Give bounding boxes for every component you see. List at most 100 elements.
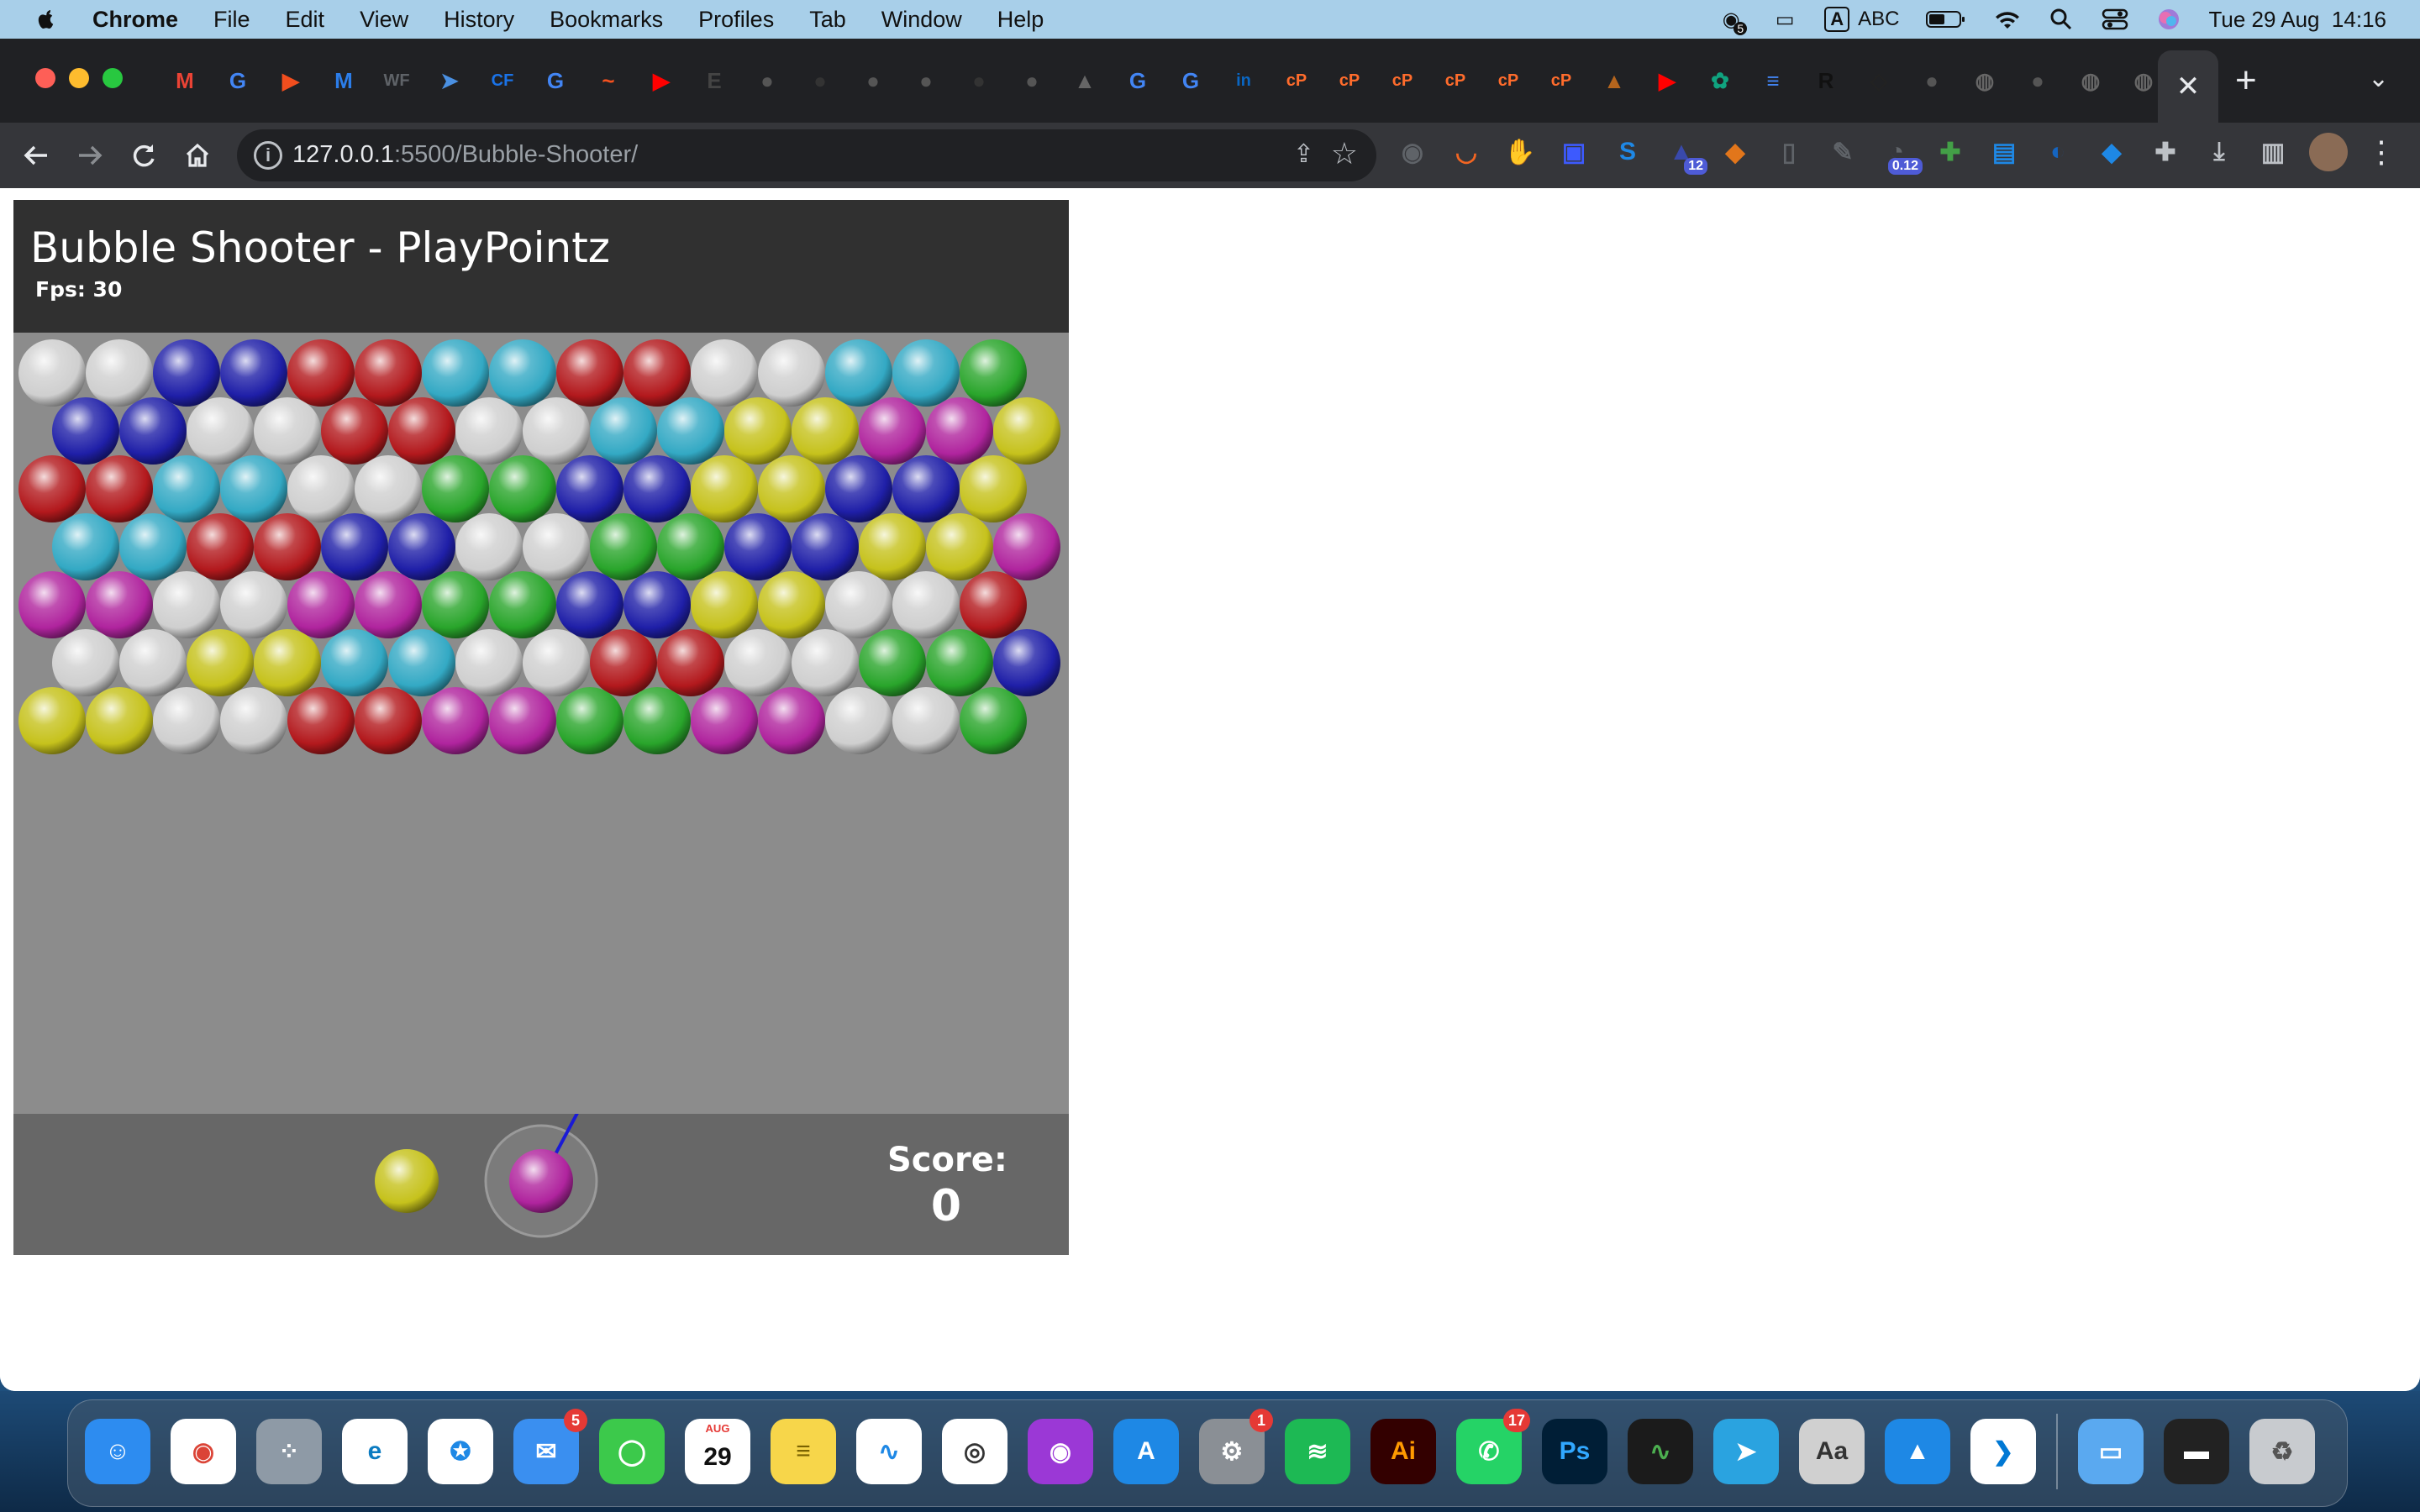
window-ext-icon[interactable]: ▤ bbox=[1986, 134, 2022, 170]
photoshop-dock-icon[interactable]: Ps bbox=[1542, 1419, 1607, 1484]
profile-avatar[interactable] bbox=[2309, 133, 2348, 171]
cp-icon[interactable]: cP bbox=[1437, 62, 1474, 99]
gmail-icon[interactable]: M bbox=[166, 62, 203, 99]
back-button[interactable] bbox=[15, 134, 57, 176]
fontbook-dock-icon[interactable]: Aa bbox=[1799, 1419, 1865, 1484]
vscode-dock-icon[interactable]: ❯ bbox=[1970, 1419, 2036, 1484]
window-minimize-button[interactable] bbox=[69, 68, 89, 88]
figma-icon[interactable]: ▶ bbox=[272, 62, 309, 99]
freeform-dock-icon[interactable]: ∿ bbox=[856, 1419, 922, 1484]
linkedin-icon[interactable]: in bbox=[1225, 62, 1262, 99]
site-info-icon[interactable]: i bbox=[254, 141, 282, 170]
google-icon[interactable]: G bbox=[219, 62, 256, 99]
edge-dock-icon[interactable]: e bbox=[342, 1419, 408, 1484]
metamask-ext-icon[interactable]: ◆ bbox=[1718, 134, 1753, 170]
address-bar[interactable]: i 127.0.0.1:5500/Bubble-Shooter/ ⇪ ☆ bbox=[237, 129, 1376, 181]
battery-icon[interactable] bbox=[1924, 7, 1968, 32]
tab-active[interactable]: ✕ bbox=[2158, 50, 2218, 123]
menu-help[interactable]: Help bbox=[997, 7, 1044, 33]
notification-center-icon[interactable]: ◉ 5 bbox=[1717, 7, 1748, 35]
new-tab-button[interactable]: + bbox=[2235, 62, 2257, 99]
globe-icon[interactable]: ◍ bbox=[1966, 62, 2003, 99]
activity-monitor-dock-icon[interactable]: ∿ bbox=[1628, 1419, 1693, 1484]
codepen-icon[interactable]: ◇ bbox=[1860, 62, 1897, 99]
home-button[interactable] bbox=[176, 134, 218, 176]
rss-ext-icon[interactable]: ◡ bbox=[1449, 134, 1484, 170]
github-icon[interactable]: ● bbox=[2019, 62, 2056, 99]
shazam-ext-icon[interactable]: S bbox=[1610, 134, 1645, 170]
game-board[interactable] bbox=[13, 333, 1069, 1114]
forward-button[interactable] bbox=[69, 134, 111, 176]
bird-icon[interactable]: ▲ bbox=[1066, 62, 1103, 99]
github-icon[interactable]: ● bbox=[855, 62, 892, 99]
control-center-icon[interactable] bbox=[2101, 7, 2129, 32]
github-icon[interactable]: ● bbox=[1913, 62, 1950, 99]
mouse-ext-icon[interactable]: ▯ bbox=[1771, 134, 1807, 170]
menu-window[interactable]: Window bbox=[881, 7, 962, 33]
globe-icon[interactable]: ◍ bbox=[2072, 62, 2109, 99]
share-icon[interactable]: ⇪ bbox=[1293, 139, 1314, 169]
tab-close-icon[interactable]: ✕ bbox=[2176, 70, 2201, 103]
reload-button[interactable] bbox=[123, 134, 165, 176]
menu-file[interactable]: File bbox=[213, 7, 250, 33]
sidepanel-ext-icon[interactable]: ▥ bbox=[2255, 134, 2291, 170]
calendar-dock-icon[interactable]: AUG 29 bbox=[685, 1419, 750, 1484]
google-icon[interactable]: G bbox=[537, 62, 574, 99]
bookmark-star-icon[interactable]: ☆ bbox=[1331, 136, 1358, 171]
timer-ext-icon[interactable]: ◔ 0.12 bbox=[1879, 134, 1923, 175]
cp-icon[interactable]: cP bbox=[1490, 62, 1527, 99]
siri-icon[interactable] bbox=[2154, 7, 2183, 32]
menu-view[interactable]: View bbox=[360, 7, 408, 33]
trash-dock-icon[interactable]: ♻ bbox=[2249, 1419, 2315, 1484]
hat-ext-icon[interactable]: ▲ 12 bbox=[1664, 134, 1707, 175]
apple-icon[interactable] bbox=[34, 7, 59, 32]
github-icon[interactable]: ● bbox=[1013, 62, 1050, 99]
illustrator-dock-icon[interactable]: Ai bbox=[1370, 1419, 1436, 1484]
puzzle-green-ext-icon[interactable]: ✚ bbox=[1933, 134, 1968, 170]
input-source-menu[interactable]: A ABC bbox=[1824, 7, 1899, 32]
screenshot-dock-icon[interactable]: ◎ bbox=[942, 1419, 1007, 1484]
screen-recording-dock-icon[interactable]: ▬ bbox=[2164, 1419, 2229, 1484]
github-icon[interactable]: ● bbox=[960, 62, 997, 99]
appstore-dock-icon[interactable]: A bbox=[1113, 1419, 1179, 1484]
cp-icon[interactable]: cP bbox=[1543, 62, 1580, 99]
chart-icon[interactable]: ~ bbox=[590, 62, 627, 99]
chrome-menu-icon[interactable]: ⋮ bbox=[2366, 134, 2396, 170]
podcasts-dock-icon[interactable]: ◉ bbox=[1028, 1419, 1093, 1484]
shield-ext-icon[interactable]: ◆ bbox=[2094, 134, 2129, 170]
flutter-icon[interactable]: ➤ bbox=[431, 62, 468, 99]
chrome-dock-icon[interactable]: ◉ bbox=[171, 1419, 236, 1484]
menu-tab[interactable]: Tab bbox=[809, 7, 846, 33]
telegram-dock-icon[interactable]: ➤ bbox=[1713, 1419, 1779, 1484]
stop-ext-icon[interactable]: ✋ bbox=[1502, 134, 1538, 170]
downloads-folder-dock-icon[interactable]: ▭ bbox=[2078, 1419, 2144, 1484]
ms-icon[interactable]: M bbox=[325, 62, 362, 99]
e-icon[interactable]: E bbox=[696, 62, 733, 99]
github-icon[interactable]: ● bbox=[749, 62, 786, 99]
url-text[interactable]: 127.0.0.1:5500/Bubble-Shooter/ bbox=[292, 141, 638, 169]
spotlight-search-icon[interactable] bbox=[2047, 7, 2075, 32]
openai-icon[interactable]: ✿ bbox=[1702, 62, 1739, 99]
menu-edit[interactable]: Edit bbox=[286, 7, 325, 33]
bird-ext-icon[interactable]: ◐ bbox=[2040, 134, 2075, 170]
cp-icon[interactable]: cP bbox=[1384, 62, 1421, 99]
notes-dock-icon[interactable]: ≡ bbox=[771, 1419, 836, 1484]
edit-ext-icon[interactable]: ✎ bbox=[1825, 134, 1860, 170]
youtube-icon[interactable]: ▶ bbox=[643, 62, 680, 99]
whatsapp-dock-icon[interactable]: ✆ 17 bbox=[1456, 1409, 1530, 1484]
youtube-icon[interactable]: ▶ bbox=[1649, 62, 1686, 99]
window-close-button[interactable] bbox=[35, 68, 55, 88]
window-maximize-button[interactable] bbox=[103, 68, 123, 88]
finder-dock-icon[interactable]: ☺ bbox=[85, 1419, 150, 1484]
download-ext-icon[interactable]: ⤓ bbox=[2202, 134, 2237, 170]
camera-ext-icon[interactable]: ◉ bbox=[1395, 134, 1430, 170]
globe-icon[interactable]: ◍ bbox=[2125, 62, 2162, 99]
messages-dock-icon[interactable]: ◯ bbox=[599, 1419, 665, 1484]
spotify-dock-icon[interactable]: ≋ bbox=[1285, 1419, 1350, 1484]
cp-icon[interactable]: cP bbox=[1331, 62, 1368, 99]
menubar-datetime[interactable]: Tue 29 Aug 14:16 bbox=[2208, 7, 2386, 33]
menu-profiles[interactable]: Profiles bbox=[698, 7, 774, 33]
github-icon[interactable]: ● bbox=[802, 62, 839, 99]
puzzle-ext-icon[interactable]: ✚ bbox=[2148, 134, 2183, 170]
menu-history[interactable]: History bbox=[444, 7, 514, 33]
